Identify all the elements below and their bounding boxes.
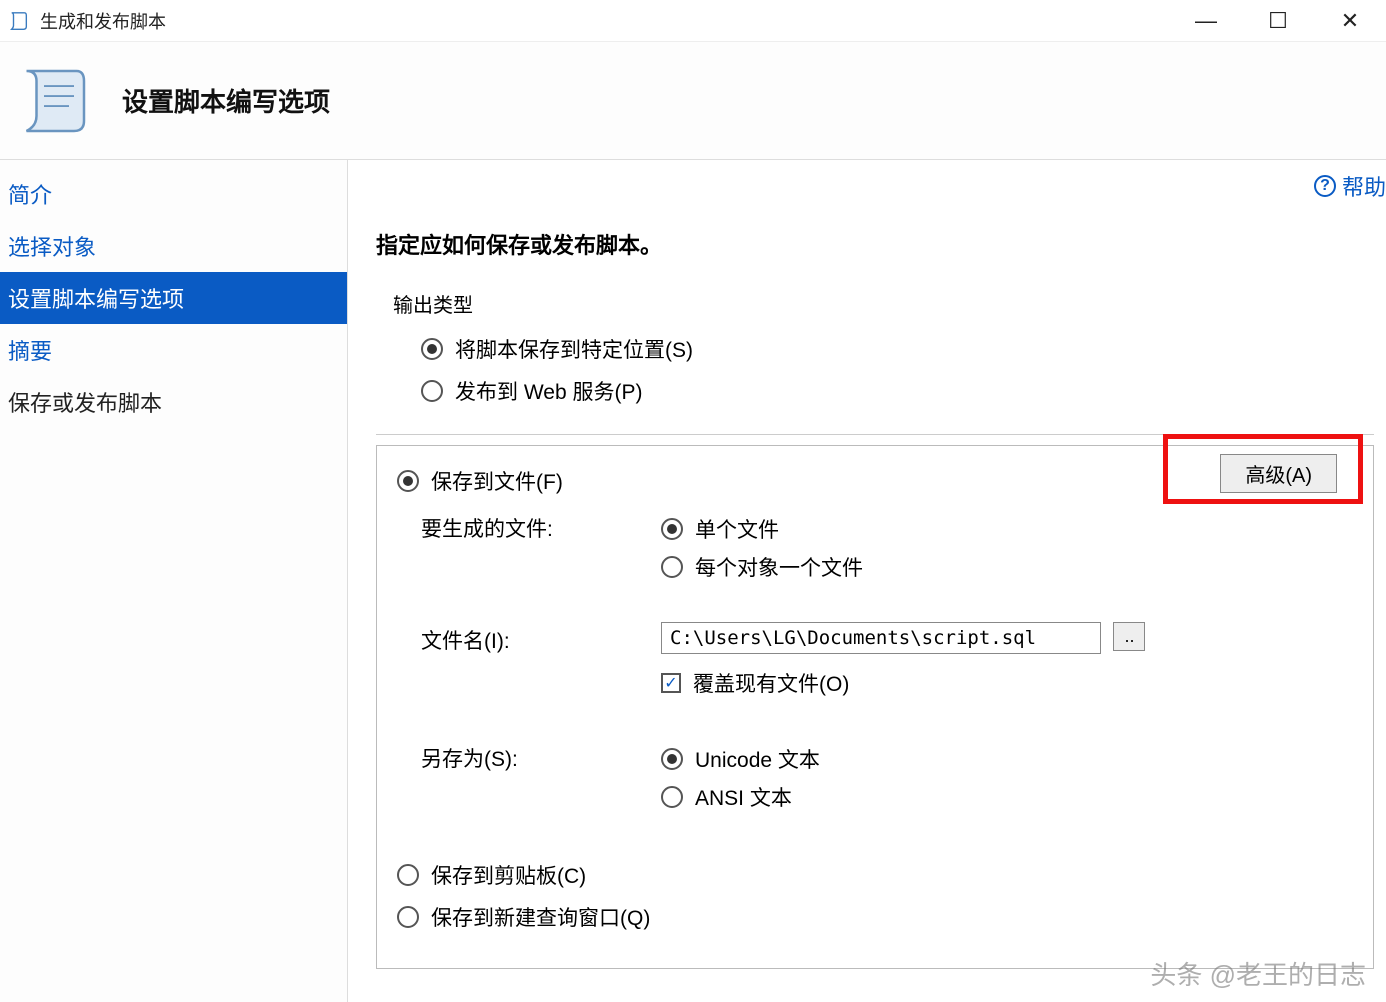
save-as-row: 另存为(S): Unicode 文本 ANSI 文本	[421, 732, 1357, 824]
content-panel: ? 帮助 指定应如何保存或发布脚本。 输出类型 将脚本保存到特定位置(S) 发布…	[348, 160, 1386, 1002]
save-as-label: 另存为(S):	[421, 740, 661, 773]
separator	[376, 434, 1374, 435]
radio-label: 保存到文件(F)	[431, 466, 563, 496]
save-file-subsection: 要生成的文件: 单个文件 每个对象一个文件 文件名(I):	[393, 502, 1357, 824]
main-area: 简介 选择对象 设置脚本编写选项 摘要 保存或发布脚本 ? 帮助 指定应如何保存…	[0, 160, 1386, 1002]
checkbox-label: 覆盖现有文件(O)	[693, 668, 849, 698]
window-title: 生成和发布脚本	[40, 8, 1186, 34]
help-label: 帮助	[1342, 170, 1386, 202]
radio-single-file[interactable]: 单个文件	[661, 510, 1357, 548]
titlebar: 生成和发布脚本 — ☐ ✕	[0, 0, 1386, 42]
output-type-label: 输出类型	[393, 289, 1357, 318]
radio-icon	[397, 470, 419, 492]
files-to-generate-label: 要生成的文件:	[421, 510, 661, 543]
radio-publish-web[interactable]: 发布到 Web 服务(P)	[393, 370, 1357, 412]
window-controls: — ☐ ✕	[1186, 8, 1378, 34]
files-to-generate-row: 要生成的文件: 单个文件 每个对象一个文件	[421, 502, 1357, 594]
help-link[interactable]: ? 帮助	[1314, 170, 1386, 202]
filename-label: 文件名(I):	[421, 622, 661, 655]
app-icon	[8, 10, 30, 32]
radio-save-clipboard[interactable]: 保存到剪贴板(C)	[393, 854, 1357, 896]
header-banner: 设置脚本编写选项	[0, 42, 1386, 160]
section-heading: 指定应如何保存或发布脚本。	[376, 228, 1374, 260]
radio-label: 单个文件	[695, 514, 779, 544]
overwrite-checkbox[interactable]: ✓ 覆盖现有文件(O)	[661, 662, 1357, 704]
radio-label: Unicode 文本	[695, 744, 820, 774]
radio-label: 保存到剪贴板(C)	[431, 860, 586, 890]
radio-icon	[661, 786, 683, 808]
sidebar-item-script-options[interactable]: 设置脚本编写选项	[0, 272, 347, 324]
sidebar-item-intro[interactable]: 简介	[0, 168, 347, 220]
sidebar-item-summary[interactable]: 摘要	[0, 324, 347, 376]
help-icon: ?	[1314, 175, 1336, 197]
radio-icon	[397, 864, 419, 886]
radio-ansi[interactable]: ANSI 文本	[661, 778, 1357, 816]
minimize-button[interactable]: —	[1186, 8, 1226, 34]
filename-row: 文件名(I): .. ✓ 覆盖现有文件(O)	[421, 614, 1357, 712]
output-type-group: 输出类型 将脚本保存到特定位置(S) 发布到 Web 服务(P)	[376, 284, 1374, 428]
script-icon	[14, 61, 94, 141]
radio-label: 将脚本保存到特定位置(S)	[455, 334, 693, 364]
close-button[interactable]: ✕	[1330, 8, 1370, 34]
radio-save-location[interactable]: 将脚本保存到特定位置(S)	[393, 328, 1357, 370]
radio-icon	[397, 906, 419, 928]
radio-save-new-query[interactable]: 保存到新建查询窗口(Q)	[393, 896, 1357, 938]
sidebar-item-save-publish[interactable]: 保存或发布脚本	[0, 376, 347, 428]
radio-label: 每个对象一个文件	[695, 552, 863, 582]
radio-icon	[661, 748, 683, 770]
radio-icon	[661, 518, 683, 540]
advanced-button[interactable]: 高级(A)	[1220, 454, 1337, 493]
radio-icon	[421, 380, 443, 402]
browse-button[interactable]: ..	[1113, 622, 1145, 651]
maximize-button[interactable]: ☐	[1258, 8, 1298, 34]
page-title: 设置脚本编写选项	[122, 82, 330, 119]
radio-unicode[interactable]: Unicode 文本	[661, 740, 1357, 778]
radio-label: 发布到 Web 服务(P)	[455, 376, 642, 406]
radio-icon	[661, 556, 683, 578]
radio-label: ANSI 文本	[695, 782, 792, 812]
radio-icon	[421, 338, 443, 360]
radio-save-to-file[interactable]: 保存到文件(F)	[393, 460, 1357, 502]
checkbox-icon: ✓	[661, 673, 681, 693]
wizard-sidebar: 简介 选择对象 设置脚本编写选项 摘要 保存或发布脚本	[0, 160, 348, 1002]
save-to-file-group: 高级(A) 保存到文件(F) 要生成的文件: 单个文件	[376, 445, 1374, 969]
watermark: 头条 @老王的日志	[1150, 955, 1366, 992]
sidebar-item-select-objects[interactable]: 选择对象	[0, 220, 347, 272]
filename-input[interactable]	[661, 622, 1101, 654]
radio-per-object-file[interactable]: 每个对象一个文件	[661, 548, 1357, 586]
radio-label: 保存到新建查询窗口(Q)	[431, 902, 650, 932]
